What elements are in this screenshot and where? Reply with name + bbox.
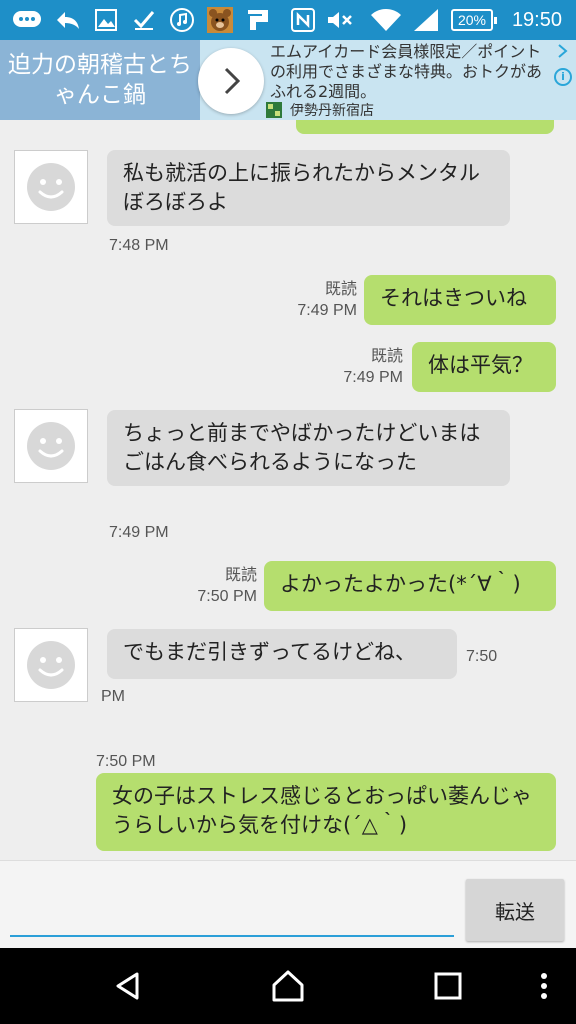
send-button[interactable]: 転送: [466, 879, 564, 941]
image-icon: [94, 8, 118, 32]
smiley-face-icon: [27, 163, 75, 211]
ad-source-label: 伊勢丹新宿店: [290, 103, 374, 119]
message-composer: 転送: [0, 860, 576, 948]
recents-icon[interactable]: [428, 966, 468, 1006]
clock: 19:50: [511, 9, 562, 31]
system-navigation-bar: [0, 948, 576, 1024]
signal-icon: [411, 8, 441, 32]
message-bubble[interactable]: 体は平気？: [412, 342, 556, 392]
music-icon: [169, 8, 195, 32]
message-input[interactable]: [10, 879, 454, 937]
avatar[interactable]: [14, 628, 88, 702]
message-bubble[interactable]: 私も就活の上に振られたからメンタルぼろぼろよ: [107, 150, 510, 226]
nfc-icon: [290, 8, 316, 32]
chat-notification-icon: [12, 8, 42, 32]
reply-icon: [54, 8, 82, 32]
message-time-suffix: PM: [101, 688, 125, 705]
checkmark-icon: [132, 8, 156, 32]
ad-headline[interactable]: 迫力の朝稽古とちゃんこ鍋: [0, 40, 200, 120]
message-bubble[interactable]: それはきついね: [364, 275, 556, 325]
status-bar: 20% 19:50: [0, 0, 576, 40]
chat-message-list[interactable]: 私も就活の上に振られたからメンタルぼろぼろよ 7:48 PM 既読 7:49 P…: [0, 120, 576, 860]
read-status: 既読: [370, 348, 403, 365]
mute-icon: [326, 8, 354, 32]
battery-icon: 20%: [451, 9, 497, 31]
message-bubble[interactable]: ちょっと前までやばかったけどいまはごはん食べられるようになった: [107, 410, 510, 486]
ad-source: 伊勢丹新宿店: [266, 100, 374, 120]
message-bubble[interactable]: よかったよかった(*´∀｀): [264, 561, 556, 611]
ad-open-button[interactable]: [198, 48, 264, 114]
read-status: 既読: [224, 567, 257, 584]
store-logo-icon: [266, 102, 282, 118]
message-bubble[interactable]: でもまだ引きずってるけどね、: [107, 629, 457, 679]
overflow-menu-icon[interactable]: [524, 966, 564, 1006]
message-time: 7:48 PM: [109, 237, 169, 254]
smiley-face-icon: [27, 641, 75, 689]
bear-app-icon: [207, 7, 233, 33]
smiley-face-icon: [27, 422, 75, 470]
message-bubble[interactable]: 女の子はストレス感じるとおっぱい萎んじゃうらしいから気を付けな(´△｀): [96, 773, 556, 851]
message-bubble-partial: [296, 120, 554, 134]
message-time: 7:49 PM: [297, 302, 357, 319]
message-time: 7:50: [466, 648, 498, 665]
avatar[interactable]: [14, 150, 88, 224]
message-time: 7:49 PM: [109, 524, 169, 541]
message-time: 7:49 PM: [343, 369, 403, 386]
message-time: 7:50 PM: [197, 588, 257, 605]
message-time: 7:50 PM: [96, 753, 156, 770]
read-status: 既読: [324, 281, 357, 298]
home-icon[interactable]: [268, 966, 308, 1006]
ad-body-text: エムアイカード会員様限定／ポイントの利用でさまざまな特典。おトクがあふれる2週間…: [270, 42, 543, 101]
chevron-right-icon: [224, 67, 241, 95]
back-icon[interactable]: [108, 966, 148, 1006]
avatar[interactable]: [14, 409, 88, 483]
p-app-icon: [246, 8, 272, 32]
close-icon[interactable]: [554, 44, 572, 62]
wifi-icon: [370, 8, 402, 32]
info-icon[interactable]: i: [554, 68, 572, 86]
